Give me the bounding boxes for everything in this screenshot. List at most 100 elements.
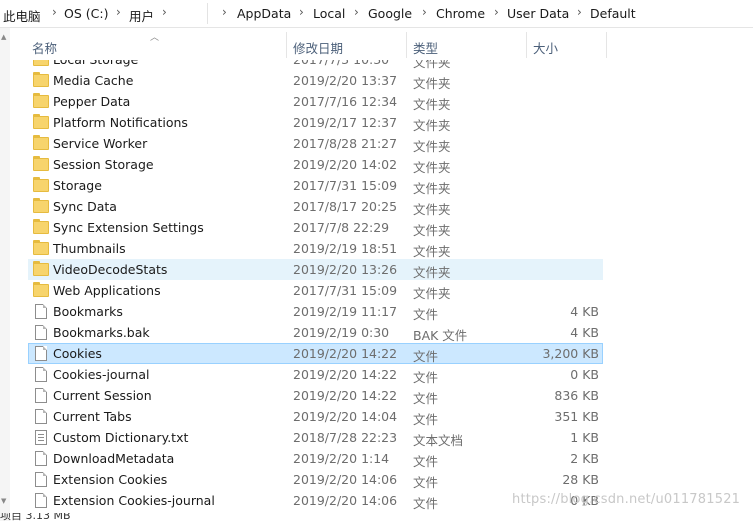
file-type: 文本文档	[413, 433, 464, 448]
breadcrumb-item-appdata[interactable]: AppData	[237, 6, 291, 21]
file-row[interactable]: Cookies 2019/2/20 14:22 文件 3,200 KB	[28, 343, 603, 364]
file-name: Platform Notifications	[53, 115, 188, 130]
breadcrumb-item-google[interactable]: Google	[368, 6, 412, 21]
chevron-right-icon[interactable]: ›	[299, 5, 304, 19]
folder-icon	[33, 240, 49, 255]
file-row[interactable]: Storage 2017/7/31 15:09 文件夹	[28, 175, 603, 196]
file-type: 文件夹	[413, 97, 451, 112]
column-divider[interactable]	[406, 32, 407, 58]
file-modified-date: 2019/2/19 11:17	[293, 304, 398, 319]
watermark-text: https://blog.csdn.net/u011781521	[512, 492, 741, 507]
file-modified-date: 2019/2/20 14:06	[293, 472, 398, 487]
file-row[interactable]: Pepper Data 2017/7/16 12:34 文件夹	[28, 91, 603, 112]
column-header-date[interactable]: 修改日期	[293, 38, 343, 57]
file-name: DownloadMetadata	[53, 451, 175, 466]
file-size: 28 KB	[562, 472, 599, 487]
breadcrumb-item-local[interactable]: Local	[313, 6, 345, 21]
file-row[interactable]: Sync Extension Settings 2017/7/8 22:29 文件夹	[28, 217, 603, 238]
file-icon	[35, 367, 47, 382]
file-row[interactable]: Media Cache 2019/2/20 13:37 文件夹	[28, 70, 603, 91]
file-size: 0 KB	[570, 367, 599, 382]
breadcrumb-item-users[interactable]: 用户	[129, 6, 154, 25]
folder-icon	[33, 114, 49, 129]
file-modified-date: 2019/2/20 14:04	[293, 409, 398, 424]
folder-icon	[33, 261, 49, 276]
file-row[interactable]: DownloadMetadata 2019/2/20 1:14 文件 2 KB	[28, 448, 603, 469]
file-row[interactable]: Bookmarks 2019/2/19 11:17 文件 4 KB	[28, 301, 603, 322]
file-type: 文件	[413, 496, 439, 511]
file-row[interactable]: Extension Cookies 2019/2/20 14:06 文件 28 KB	[28, 469, 603, 490]
file-modified-date: 2017/7/31 15:09	[293, 283, 398, 298]
breadcrumb-item-chrome[interactable]: Chrome	[436, 6, 485, 21]
file-type: 文件夹	[413, 76, 451, 91]
file-modified-date: 2017/8/17 20:25	[293, 199, 398, 214]
chevron-right-icon[interactable]: ›	[494, 5, 499, 19]
text-document-icon	[35, 430, 47, 445]
chevron-right-icon[interactable]: ›	[116, 5, 121, 19]
file-type: 文件	[413, 349, 439, 364]
file-row[interactable]: Cookies-journal 2019/2/20 14:22 文件 0 KB	[28, 364, 603, 385]
file-type: 文件	[413, 475, 439, 490]
breadcrumb-item-this-pc[interactable]: 此电脑	[3, 6, 41, 25]
chevron-right-icon[interactable]: ›	[222, 5, 227, 19]
file-icon	[35, 451, 47, 466]
file-row[interactable]: Platform Notifications 2019/2/17 12:37 文件夹	[28, 112, 603, 133]
file-size: 4 KB	[570, 304, 599, 319]
file-size: 4 KB	[570, 325, 599, 340]
file-name: Cookies-journal	[53, 367, 150, 382]
file-size: 1 KB	[570, 430, 599, 445]
file-modified-date: 2019/2/20 14:02	[293, 157, 398, 172]
chevron-right-icon[interactable]: ›	[162, 5, 167, 19]
file-row[interactable]: Service Worker 2017/8/28 21:27 文件夹	[28, 133, 603, 154]
folder-icon	[33, 135, 49, 150]
file-icon	[35, 346, 47, 361]
file-name: Cookies	[53, 346, 102, 361]
file-name: Session Storage	[53, 157, 154, 172]
file-row[interactable]: Thumbnails 2019/2/19 18:51 文件夹	[28, 238, 603, 259]
file-row[interactable]: Current Tabs 2019/2/20 14:04 文件 351 KB	[28, 406, 603, 427]
file-name: Media Cache	[53, 73, 134, 88]
file-name: Custom Dictionary.txt	[53, 430, 189, 445]
column-header-size[interactable]: 大小	[533, 38, 558, 57]
file-row[interactable]: Sync Data 2017/8/17 20:25 文件夹	[28, 196, 603, 217]
file-size: 3,200 KB	[542, 346, 599, 361]
breadcrumb-item-user-data[interactable]: User Data	[507, 6, 569, 21]
file-icon	[35, 472, 47, 487]
file-type: 文件	[413, 307, 439, 322]
file-row[interactable]: Local Storage2017/7/3 10:30文件夹	[28, 60, 603, 70]
file-type: 文件夹	[413, 118, 451, 133]
status-text: 项目 3.13 MB	[0, 513, 71, 521]
file-modified-date: 2018/7/28 22:23	[293, 430, 398, 445]
file-type: 文件夹	[413, 265, 451, 280]
column-divider[interactable]	[526, 32, 527, 58]
file-modified-date: 2017/7/8 22:29	[293, 220, 390, 235]
column-divider[interactable]	[606, 32, 607, 58]
file-name: Extension Cookies-journal	[53, 493, 215, 508]
breadcrumb-item-drive[interactable]: OS (C:)	[64, 6, 108, 21]
file-row[interactable]: Current Session 2019/2/20 14:22 文件 836 KB	[28, 385, 603, 406]
file-row[interactable]: Custom Dictionary.txt 2018/7/28 22:23 文本文档…	[28, 427, 603, 448]
address-bar[interactable]: 此电脑 › OS (C:) › 用户 › › AppData › Local ›…	[0, 0, 753, 28]
file-name: Current Session	[53, 388, 152, 403]
column-header-name[interactable]: 名称	[32, 38, 57, 57]
chevron-right-icon[interactable]: ›	[577, 5, 582, 19]
chevron-right-icon[interactable]: ›	[354, 5, 359, 19]
column-header-type[interactable]: 类型	[413, 38, 438, 57]
chevron-right-icon[interactable]: ›	[422, 5, 427, 19]
file-row[interactable]: Session Storage 2019/2/20 14:02 文件夹	[28, 154, 603, 175]
file-size: 351 KB	[554, 409, 599, 424]
column-divider[interactable]	[286, 32, 287, 58]
file-name: Pepper Data	[53, 94, 131, 109]
file-row[interactable]: Web Applications 2017/7/31 15:09 文件夹	[28, 280, 603, 301]
file-row[interactable]: Bookmarks.bak 2019/2/19 0:30 BAK 文件 4 KB	[28, 322, 603, 343]
file-row[interactable]: VideoDecodeStats 2019/2/20 13:26 文件夹	[28, 259, 603, 280]
chevron-right-icon[interactable]: ›	[52, 5, 57, 19]
folder-icon	[33, 156, 49, 171]
breadcrumb-item-default[interactable]: Default	[590, 6, 636, 21]
file-name: Thumbnails	[53, 241, 126, 256]
file-modified-date: 2019/2/20 1:14	[293, 451, 390, 466]
file-icon	[35, 409, 47, 424]
file-type: 文件	[413, 454, 439, 469]
status-bar: 项目 3.13 MB	[0, 513, 753, 521]
file-modified-date: 2019/2/20 14:06	[293, 493, 398, 508]
